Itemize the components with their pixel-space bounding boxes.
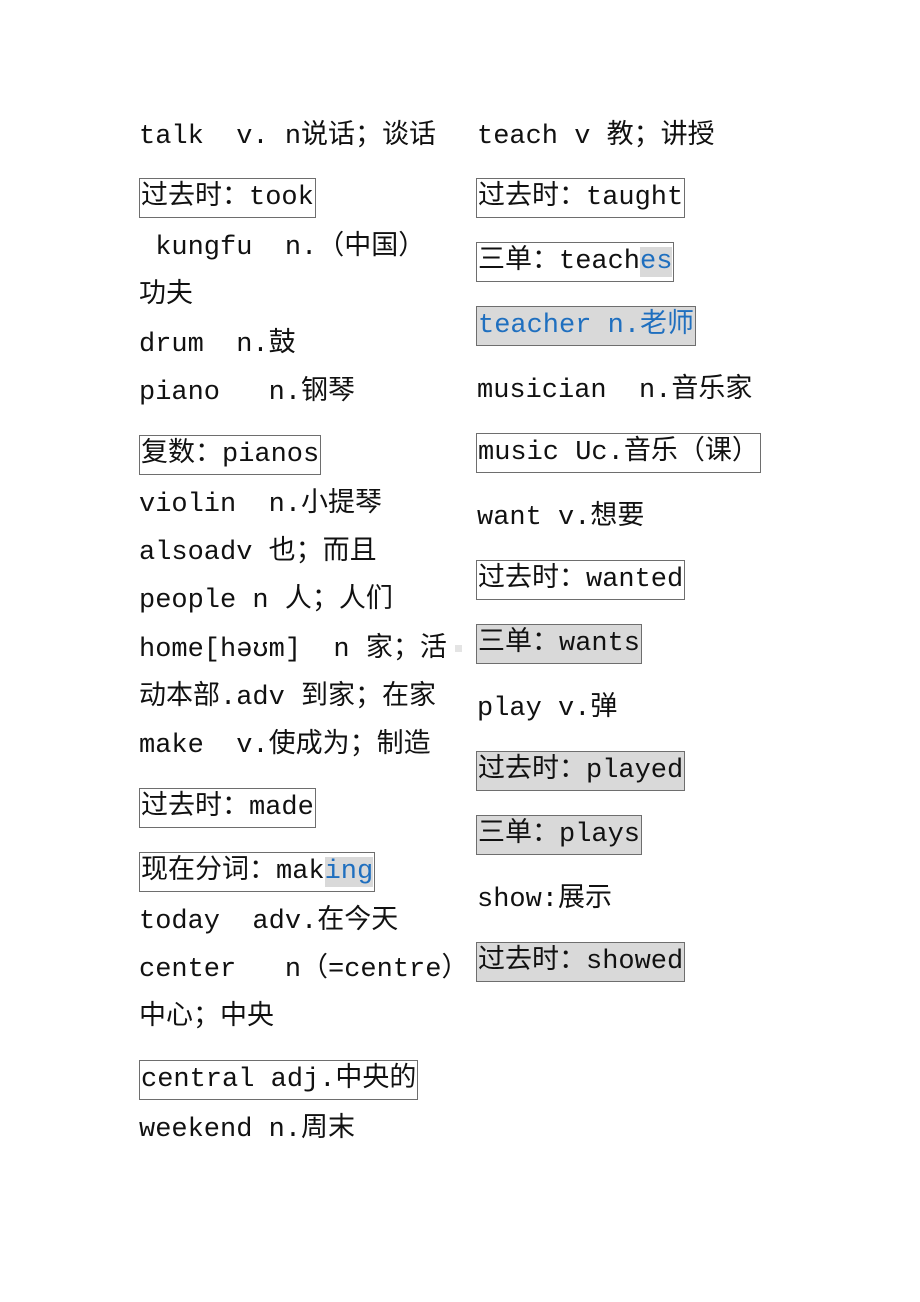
vocab-entry-play: play v.弹 <box>477 694 618 724</box>
vocab-entry-make: make v.使成为；制造 <box>139 731 431 761</box>
vocab-entry-home: home[həʊm] n 家；活 <box>139 635 447 665</box>
vocab-entry-want: want v.想要 <box>477 503 645 533</box>
making-prefix: 现在分词：mak <box>141 857 325 887</box>
present-participle-making: 现在分词：making <box>139 852 376 892</box>
past-tense-took: 过去时：took <box>139 178 316 218</box>
vocab-entry-home-cont: 动本部.adv 到家；在家 <box>139 683 437 713</box>
vocab-entry-kungfu: kungfu n.（中国） <box>139 233 426 263</box>
vocab-entry-talk: talk v. n说话；谈话 <box>139 122 437 152</box>
stray-mark <box>455 645 462 652</box>
past-tense-wanted: 过去时：wanted <box>476 560 686 600</box>
vocab-entry-drum: drum n.鼓 <box>139 330 296 360</box>
third-person-plays: 三单：plays <box>476 815 643 855</box>
vocab-entry-center-meaning: 中心；中央 <box>139 1003 274 1033</box>
vocab-entry-piano: piano n.钢琴 <box>139 378 356 408</box>
past-tense-taught: 过去时：taught <box>476 178 686 218</box>
vocab-entry-kungfu-meaning: 功夫 <box>139 281 193 311</box>
past-tense-showed: 过去时：showed <box>476 942 686 982</box>
vocab-entry-violin: violin n.小提琴 <box>139 490 383 520</box>
past-tense-played: 过去时：played <box>476 751 686 791</box>
vocab-entry-center: center n（=centre） <box>139 955 469 985</box>
vocab-entry-music: music Uc.音乐（课） <box>476 433 761 473</box>
making-suffix-highlight: ing <box>324 857 374 887</box>
vocab-entry-teach: teach v 教；讲授 <box>477 122 715 152</box>
vocab-entry-show: show:展示 <box>477 885 613 915</box>
vocab-entry-people: people n 人；人们 <box>139 586 393 616</box>
plural-pianos: 复数：pianos <box>139 435 322 475</box>
vocab-entry-weekend: weekend n.周末 <box>139 1115 356 1145</box>
vocab-entry-central: central adj.中央的 <box>139 1060 419 1100</box>
vocab-entry-today: today adv.在今天 <box>139 907 399 937</box>
vocab-entry-also: alsoadv 也；而且 <box>139 538 377 568</box>
third-person-teaches: 三单：teaches <box>476 242 675 282</box>
teaches-suffix-highlight: es <box>640 247 673 277</box>
vocab-entry-teacher: teacher n.老师 <box>476 306 697 346</box>
teaches-prefix: 三单：teach <box>478 247 641 277</box>
third-person-wants: 三单：wants <box>476 624 643 664</box>
vocab-entry-musician: musician n.音乐家 <box>477 376 753 406</box>
past-tense-made: 过去时：made <box>139 788 316 828</box>
